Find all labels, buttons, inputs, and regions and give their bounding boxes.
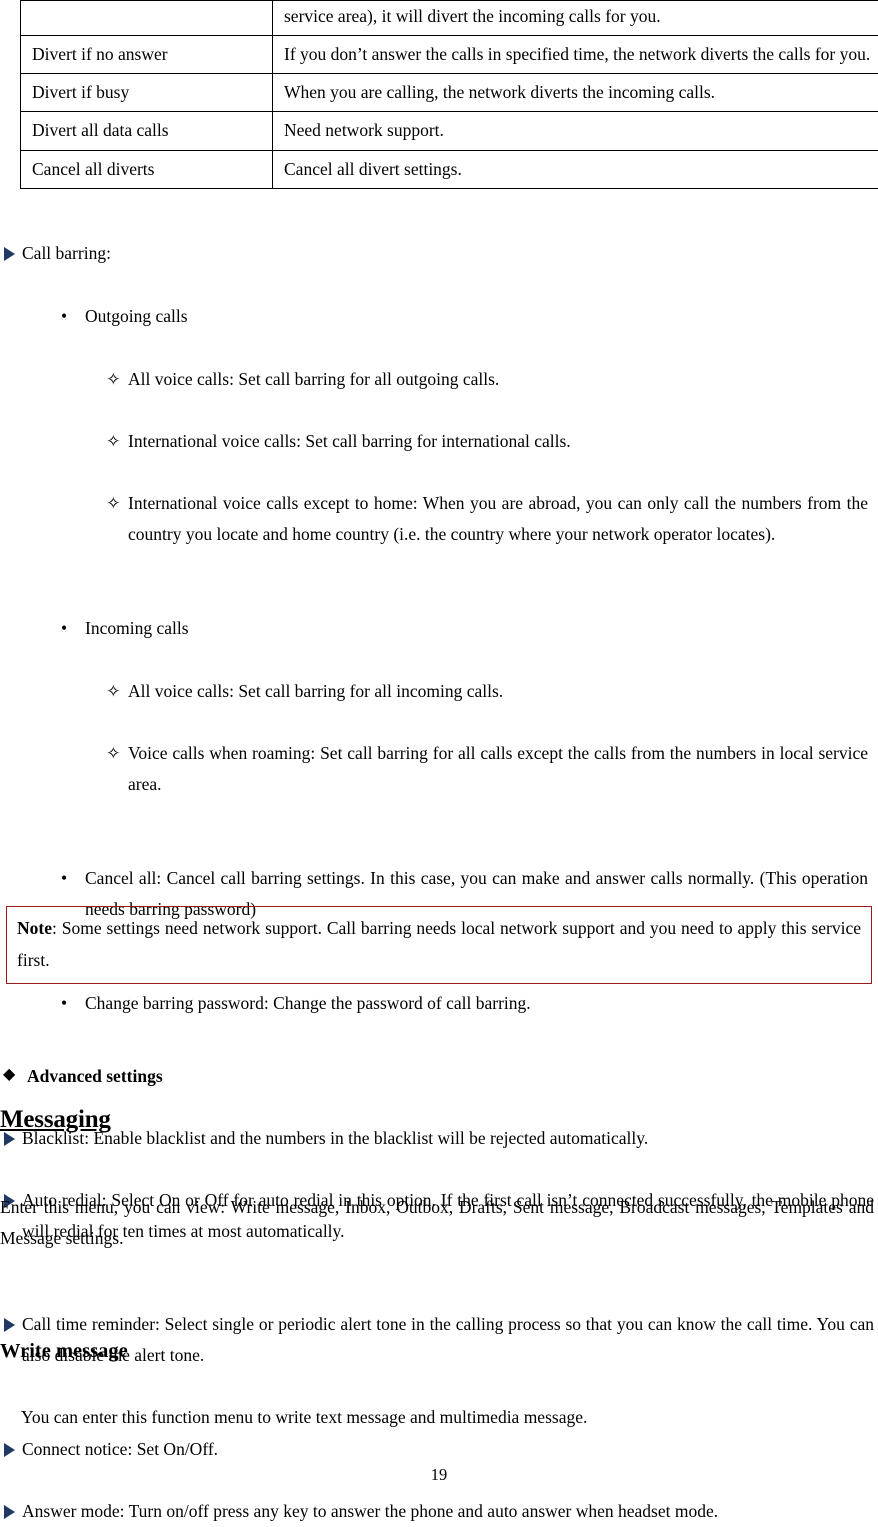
- triangle-bullet-icon: [4, 1505, 15, 1519]
- hollow-diamond-bullet-icon: ✧: [106, 364, 121, 395]
- hollow-diamond-bullet-icon: ✧: [106, 488, 121, 519]
- hollow-diamond-bullet-icon: ✧: [106, 426, 121, 457]
- triangle-bullet-icon: [4, 247, 15, 261]
- table-cell-description: Cancel all divert settings.: [273, 150, 878, 188]
- dot-bullet-icon: •: [61, 301, 67, 332]
- hollow-diamond-bullet-icon: ✧: [106, 676, 121, 707]
- list-item: ✧ All voice calls: Set call barring for …: [106, 676, 866, 707]
- dot-bullet-icon: •: [61, 613, 67, 644]
- table-row: Divert all data calls Need network suppo…: [21, 112, 878, 150]
- table-cell-label: Cancel all diverts: [21, 150, 273, 188]
- list-item-label: Connect notice: Set On/Off.: [22, 1439, 218, 1459]
- hollow-diamond-bullet-icon: ✧: [106, 738, 121, 769]
- table-cell-description: When you are calling, the network divert…: [273, 74, 878, 112]
- table-cell-label: Divert all data calls: [21, 112, 273, 150]
- table-cell-description: If you don’t answer the calls in specifi…: [273, 36, 878, 74]
- list-item-label: Call time reminder: Select single or per…: [22, 1314, 874, 1365]
- list-item: • Outgoing calls: [55, 301, 865, 332]
- list-item: ✧ International voice calls except to ho…: [106, 488, 868, 550]
- table-row: service area), it will divert the incomi…: [21, 1, 878, 36]
- table-row: Divert if busy When you are calling, the…: [21, 74, 878, 112]
- list-item: ✧ International voice calls: Set call ba…: [106, 426, 866, 457]
- list-item: Connect notice: Set On/Off.: [0, 1434, 878, 1465]
- document-page: service area), it will divert the incomi…: [0, 0, 878, 1496]
- list-item: • Incoming calls: [55, 613, 865, 644]
- list-item-label: International voice calls: Set call barr…: [128, 431, 571, 451]
- note-text: : Some settings need network support. Ca…: [17, 918, 861, 970]
- triangle-bullet-icon: [4, 1318, 15, 1332]
- list-item: ✧ Voice calls when roaming: Set call bar…: [106, 738, 868, 800]
- advanced-settings-heading: ◆ Advanced settings: [0, 1061, 878, 1092]
- list-item-label: Incoming calls: [85, 618, 189, 638]
- note-callout-box: Note: Some settings need network support…: [6, 906, 872, 984]
- dot-bullet-icon: •: [61, 988, 67, 1019]
- list-item: ✧ All voice calls: Set call barring for …: [106, 364, 866, 395]
- list-item-label: International voice calls except to home…: [128, 493, 868, 544]
- call-barring-heading: Call barring:: [0, 238, 878, 269]
- list-item-label: Change barring password: Change the pass…: [85, 993, 531, 1013]
- table-cell-label: Divert if busy: [21, 74, 273, 112]
- list-item-label: Answer mode: Turn on/off press any key t…: [22, 1501, 718, 1521]
- page-title-messaging: Messaging: [0, 1106, 111, 1134]
- call-divert-table: service area), it will divert the incomi…: [20, 0, 878, 189]
- messaging-intro-paragraph: Enter this menu, you can view: Write mes…: [0, 1192, 874, 1254]
- advanced-settings-heading-label: Advanced settings: [27, 1066, 163, 1086]
- note-label: Note: [17, 918, 52, 938]
- section-heading-write-message: Write message: [0, 1340, 128, 1363]
- list-item-label: All voice calls: Set call barring for al…: [128, 369, 499, 389]
- list-item: Answer mode: Turn on/off press any key t…: [0, 1496, 878, 1527]
- table-cell-label: Divert if no answer: [21, 36, 273, 74]
- list-item-label: Blacklist: Enable blacklist and the numb…: [22, 1128, 648, 1148]
- triangle-bullet-icon: [4, 1443, 15, 1457]
- write-message-paragraph: You can enter this function menu to writ…: [21, 1402, 871, 1433]
- table-cell-description: service area), it will divert the incomi…: [273, 1, 878, 36]
- list-item: Call time reminder: Select single or per…: [0, 1309, 874, 1371]
- list-item: • Change barring password: Change the pa…: [55, 988, 868, 1019]
- list-item-label: Outgoing calls: [85, 306, 188, 326]
- dot-bullet-icon: •: [61, 863, 67, 894]
- table-row: Divert if no answer If you don’t answer …: [21, 36, 878, 74]
- call-barring-heading-label: Call barring:: [22, 243, 111, 263]
- list-item-label: Voice calls when roaming: Set call barri…: [128, 743, 868, 794]
- table-cell-label: [21, 1, 273, 36]
- page-number: 19: [0, 1465, 878, 1485]
- table-cell-description: Need network support.: [273, 112, 878, 150]
- table-row: Cancel all diverts Cancel all divert set…: [21, 150, 878, 188]
- list-item-label: All voice calls: Set call barring for al…: [128, 681, 503, 701]
- filled-diamond-bullet-icon: ◆: [3, 1061, 15, 1089]
- list-item: Blacklist: Enable blacklist and the numb…: [0, 1123, 878, 1154]
